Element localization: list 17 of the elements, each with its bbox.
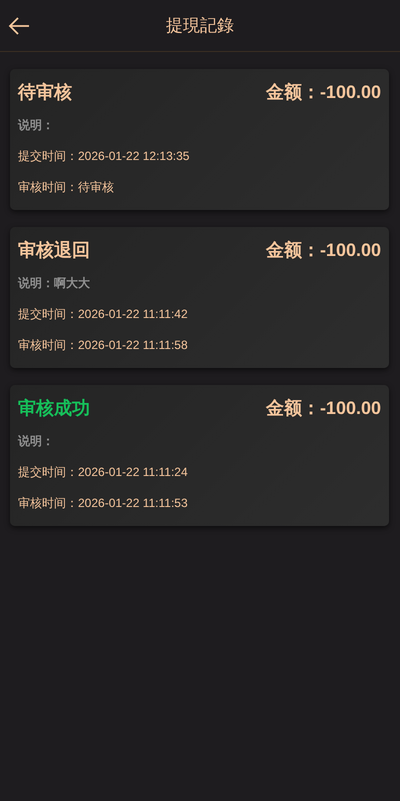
note-text: 说明： [18,433,55,450]
status-label: 审核成功 [18,397,90,420]
review-time-text: 审核时间：待审核 [18,179,115,196]
amount-text: 金额：-100.00 [266,397,381,420]
review-time-text: 审核时间：2026-01-22 11:11:58 [18,337,189,354]
submit-time-text: 提交时间：2026-01-22 11:11:24 [18,464,189,481]
amount-text: 金额：-100.00 [266,239,381,262]
amount-text: 金额：-100.00 [266,81,381,104]
review-time-text: 审核时间：2026-01-22 11:11:53 [18,495,189,512]
note-text: 说明：啊大大 [18,275,91,292]
page-title: 提現記錄 [166,15,234,37]
note-text: 说明： [18,117,55,134]
status-label: 待审核 [18,81,72,104]
submit-time-text: 提交时间：2026-01-22 12:13:35 [18,148,190,165]
back-arrow-icon[interactable] [8,16,30,36]
submit-time-text: 提交时间：2026-01-22 11:11:42 [18,306,189,323]
status-label: 审核退回 [18,239,90,262]
